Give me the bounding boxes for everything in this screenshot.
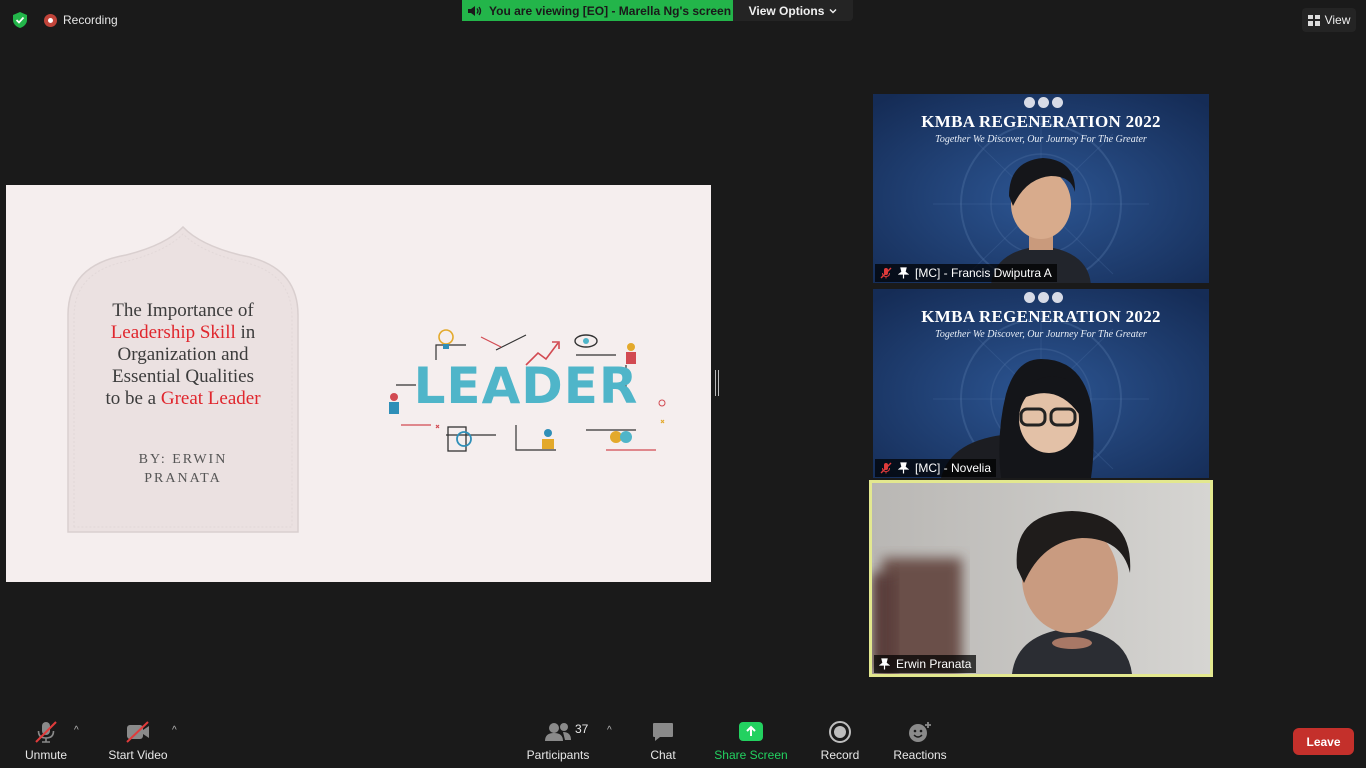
event-title: KMBA REGENERATION 2022 — [921, 307, 1161, 326]
slide-title-line: Leadership Skill in — [66, 322, 300, 344]
video-tile-novelia[interactable]: KMBA REGENERATION 2022 Together We Disco… — [873, 289, 1209, 478]
participants-button[interactable]: Participants — [524, 711, 592, 768]
sponsor-logos — [1023, 292, 1063, 304]
participant-name-tag: [MC] - Novelia — [875, 459, 997, 477]
chat-label: Chat — [650, 748, 676, 762]
reactions-button[interactable]: Reactions — [892, 711, 948, 768]
view-button-label: View — [1324, 13, 1351, 27]
leader-illustration: LEADER — [389, 329, 666, 452]
video-off-icon — [126, 721, 149, 743]
chat-icon — [653, 723, 673, 741]
muted-mic-icon — [880, 462, 892, 474]
participant-name: [MC] - Novelia — [915, 461, 992, 475]
recording-indicator[interactable]: Recording — [44, 11, 118, 29]
view-options-button[interactable]: View Options — [733, 0, 853, 21]
recording-dot-icon — [44, 13, 57, 27]
event-title: KMBA REGENERATION 2022 — [921, 112, 1161, 131]
pin-icon — [898, 267, 909, 279]
reactions-smiley-icon — [909, 722, 931, 742]
participants-options-caret-icon[interactable]: ^ — [607, 725, 612, 736]
participants-count: 37 — [575, 722, 589, 736]
panel-splitter-handle[interactable] — [715, 370, 719, 396]
participant-video-erwin — [872, 483, 1210, 674]
slide-title-highlight: Great Leader — [160, 388, 261, 409]
slide-byline: BY: ERWIN PRANATA — [66, 450, 300, 488]
participants-icon — [545, 723, 571, 741]
viewing-banner-text: You are viewing [EO] - Marella Ng's scre… — [489, 3, 732, 18]
video-tile-erwin-active-speaker[interactable]: Erwin Pranata — [869, 480, 1213, 677]
chat-button[interactable]: Chat — [643, 711, 683, 768]
participant-name: [MC] - Francis Dwiputra A — [915, 266, 1052, 280]
participant-video-francis — [991, 158, 1091, 283]
slide-title-text: in — [235, 322, 256, 343]
pin-icon — [879, 658, 890, 670]
leader-word: LEADER — [414, 357, 639, 415]
view-options-label: View Options — [748, 3, 825, 18]
slide-title-line: Essential Qualities — [66, 366, 300, 388]
muted-microphone-icon — [35, 721, 57, 743]
record-label: Record — [820, 748, 860, 762]
unmute-label: Unmute — [24, 748, 68, 762]
share-screen-icon — [739, 722, 763, 741]
start-video-button[interactable]: Start Video — [105, 711, 171, 768]
slide-title-text: The Importance of — [112, 300, 254, 321]
video-tile-francis[interactable]: KMBA REGENERATION 2022 Together We Disco… — [873, 94, 1209, 283]
pin-icon — [898, 462, 909, 474]
participant-name-tag: Erwin Pranata — [874, 655, 977, 673]
chevron-down-icon — [829, 8, 837, 13]
zoom-meeting-window: Recording You are viewing [EO] - Marella… — [0, 0, 1366, 768]
share-screen-button[interactable]: Share Screen — [713, 711, 789, 768]
grid-view-icon — [1307, 14, 1320, 26]
recording-label: Recording — [63, 13, 118, 27]
byline-line-1: BY: ERWIN — [138, 452, 228, 467]
share-screen-label: Share Screen — [714, 748, 788, 762]
muted-mic-icon — [880, 267, 892, 279]
meeting-toolbar: Unmute ^ Start Video ^ Participants 37 ^ — [0, 711, 1366, 768]
view-layout-button[interactable]: View — [1302, 8, 1356, 32]
leave-button[interactable]: Leave — [1293, 728, 1354, 755]
slide-title-text: to be a — [105, 388, 161, 409]
reactions-label: Reactions — [893, 748, 947, 762]
event-subtitle: Together We Discover, Our Journey For Th… — [935, 329, 1147, 340]
participants-label: Participants — [526, 748, 590, 762]
record-button[interactable]: Record — [818, 711, 862, 768]
start-video-label: Start Video — [108, 748, 168, 762]
security-shield-icon[interactable] — [11, 11, 29, 29]
audio-options-caret-icon[interactable]: ^ — [74, 725, 79, 736]
slide-title-text: Organization and — [117, 344, 249, 365]
speaker-icon — [468, 5, 482, 16]
slide-title-line: to be a Great Leader — [66, 388, 300, 410]
participant-name: Erwin Pranata — [896, 657, 972, 671]
record-icon — [829, 721, 851, 743]
sponsor-logos — [1023, 97, 1063, 109]
unmute-button[interactable]: Unmute — [22, 711, 70, 768]
video-options-caret-icon[interactable]: ^ — [172, 725, 177, 736]
slide-title-text: Essential Qualities — [112, 366, 254, 387]
participant-name-tag: [MC] - Francis Dwiputra A — [875, 264, 1057, 282]
byline-line-2: PRANATA — [144, 471, 222, 486]
slide-title-line: The Importance of — [66, 300, 300, 322]
shared-screen-slide: The Importance of Leadership Skill in Orga… — [6, 185, 711, 582]
viewing-screen-banner: You are viewing [EO] - Marella Ng's scre… — [462, 0, 733, 21]
slide-title-line: Organization and — [66, 344, 300, 366]
slide-title: The Importance of Leadership Skill in Orga… — [66, 300, 300, 410]
slide-title-highlight: Leadership Skill — [110, 322, 236, 343]
event-subtitle: Together We Discover, Our Journey For Th… — [935, 134, 1147, 145]
